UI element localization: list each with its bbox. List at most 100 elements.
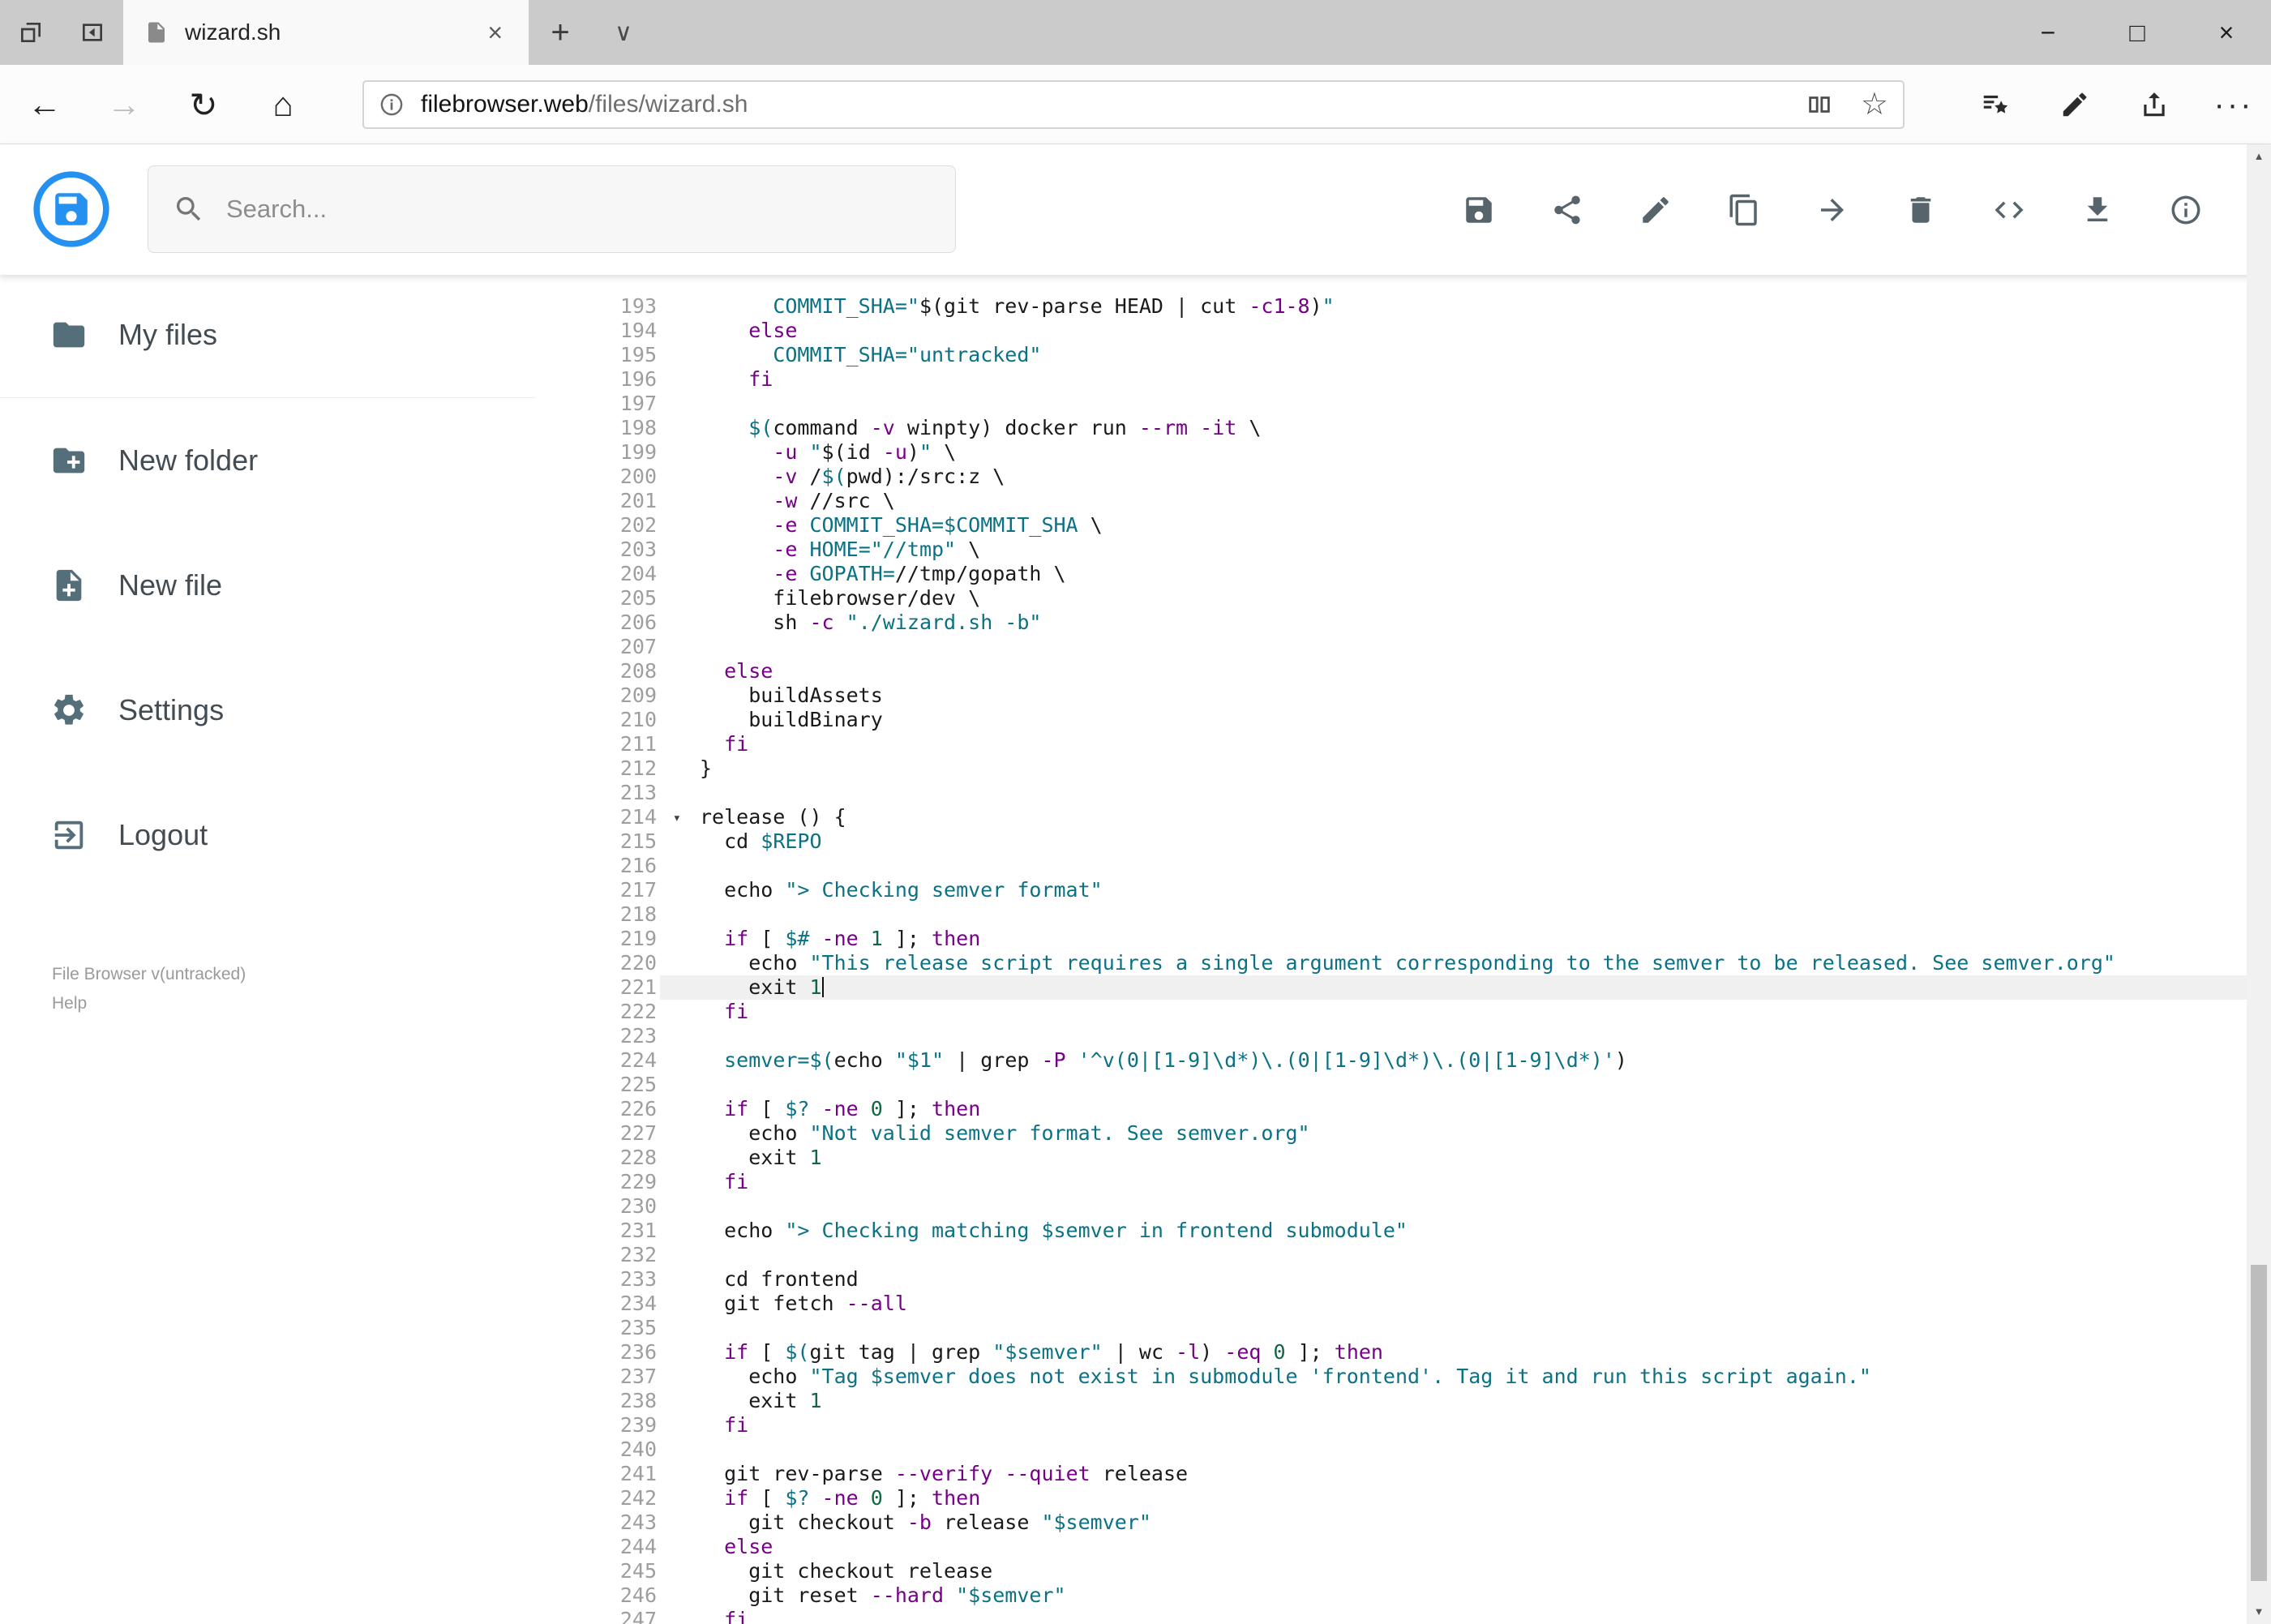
code-text[interactable]: fi [660,1000,2247,1024]
code-line-220[interactable]: 220 echo "This release script requires a… [559,951,2247,975]
code-line-237[interactable]: 237 echo "Tag $semver does not exist in … [559,1365,2247,1389]
save-button[interactable] [1462,193,1496,227]
sidebar-item-new-file[interactable]: New file [0,537,559,634]
new-tab-button[interactable]: + [529,0,592,65]
filebrowser-logo[interactable] [32,170,110,248]
code-line-211[interactable]: 211 fi [559,732,2247,756]
code-text[interactable]: COMMIT_SHA="$(git rev-parse HEAD | cut -… [660,294,2247,319]
copy-button[interactable] [1727,193,1761,227]
code-line-200[interactable]: 200 -v /$(pwd):/src:z \ [559,465,2247,489]
code-line-215[interactable]: 215 cd $REPO [559,829,2247,854]
code-line-232[interactable]: 232 [559,1243,2247,1267]
code-line-197[interactable]: 197 [559,392,2247,416]
sidebar-item-logout[interactable]: Logout [0,786,559,884]
code-line-195[interactable]: 195 COMMIT_SHA="untracked" [559,343,2247,367]
code-text[interactable]: git reset --hard "$semver" [660,1583,2247,1608]
code-text[interactable]: else [660,659,2247,683]
fold-marker-icon[interactable]: ▾ [673,806,681,830]
page-scrollbar[interactable]: ▲ ▼ [2247,144,2271,1624]
forward-button[interactable]: → [84,85,164,124]
code-line-234[interactable]: 234 git fetch --all [559,1292,2247,1316]
code-text[interactable]: exit 1 [660,975,2247,1000]
code-text[interactable]: echo "> Checking semver format" [660,878,2247,902]
code-line-204[interactable]: 204 -e GOPATH=//tmp/gopath \ [559,562,2247,586]
code-text[interactable]: COMMIT_SHA="untracked" [660,343,2247,367]
code-text[interactable]: -e HOME="//tmp" \ [660,538,2247,562]
code-line-240[interactable]: 240 [559,1438,2247,1462]
code-line-230[interactable]: 230 [559,1194,2247,1219]
code-text[interactable]: -e COMMIT_SHA=$COMMIT_SHA \ [660,513,2247,538]
code-line-243[interactable]: 243 git checkout -b release "$semver" [559,1510,2247,1535]
code-line-210[interactable]: 210 buildBinary [559,708,2247,732]
code-text[interactable]: fi [660,367,2247,392]
code-text[interactable] [660,1024,2247,1048]
code-line-194[interactable]: 194 else [559,319,2247,343]
code-text[interactable] [660,1073,2247,1097]
reading-view-icon[interactable] [1806,91,1833,118]
home-button[interactable]: ⌂ [243,85,323,124]
code-text[interactable]: buildBinary [660,708,2247,732]
code-text[interactable]: echo "This release script requires a sin… [660,951,2247,975]
code-text[interactable]: if [ $? -ne 0 ]; then [660,1486,2247,1510]
code-line-216[interactable]: 216 [559,854,2247,878]
code-line-241[interactable]: 241 git rev-parse --verify --quiet relea… [559,1462,2247,1486]
code-line-235[interactable]: 235 [559,1316,2247,1340]
scroll-down-arrow-icon[interactable]: ▼ [2247,1600,2271,1624]
code-line-208[interactable]: 208 else [559,659,2247,683]
code-line-206[interactable]: 206 sh -c "./wizard.sh -b" [559,611,2247,635]
share-page-icon[interactable] [2135,89,2174,120]
scroll-up-arrow-icon[interactable]: ▲ [2247,144,2271,169]
scrollbar-thumb[interactable] [2251,1265,2267,1581]
code-line-244[interactable]: 244 else [559,1535,2247,1559]
code-text[interactable]: -w //src \ [660,489,2247,513]
code-text[interactable] [660,1438,2247,1462]
code-line-209[interactable]: 209 buildAssets [559,683,2247,708]
code-line-203[interactable]: 203 -e HOME="//tmp" \ [559,538,2247,562]
code-text[interactable]: fi [660,1170,2247,1194]
code-line-213[interactable]: 213 [559,781,2247,805]
code-text[interactable]: buildAssets [660,683,2247,708]
code-line-196[interactable]: 196 fi [559,367,2247,392]
code-line-201[interactable]: 201 -w //src \ [559,489,2247,513]
code-line-207[interactable]: 207 [559,635,2247,659]
code-text[interactable]: fi [660,1413,2247,1438]
close-window-button[interactable]: × [2182,0,2271,65]
info-button[interactable] [2169,193,2203,227]
tab-list-chevron-icon[interactable]: ∨ [592,0,655,65]
maximize-button[interactable]: □ [2093,0,2182,65]
delete-button[interactable] [1904,193,1938,227]
code-text[interactable]: echo "> Checking matching $semver in fro… [660,1219,2247,1243]
code-line-228[interactable]: 228 exit 1 [559,1146,2247,1170]
minimize-button[interactable]: − [2003,0,2093,65]
tab-close-icon[interactable]: × [482,18,508,48]
code-line-247[interactable]: 247 fi [559,1608,2247,1624]
code-text[interactable]: git fetch --all [660,1292,2247,1316]
code-line-239[interactable]: 239 fi [559,1413,2247,1438]
code-line-223[interactable]: 223 [559,1024,2247,1048]
code-text[interactable] [660,1243,2247,1267]
code-line-218[interactable]: 218 [559,902,2247,927]
search-box[interactable] [148,165,956,253]
code-text[interactable] [660,392,2247,416]
code-line-226[interactable]: 226 if [ $? -ne 0 ]; then [559,1097,2247,1121]
code-text[interactable]: -e GOPATH=//tmp/gopath \ [660,562,2247,586]
code-text[interactable]: if [ $(git tag | grep "$semver" | wc -l)… [660,1340,2247,1365]
code-line-246[interactable]: 246 git reset --hard "$semver" [559,1583,2247,1608]
code-line-245[interactable]: 245 git checkout release [559,1559,2247,1583]
favorite-star-icon[interactable]: ☆ [1861,89,1888,120]
code-line-231[interactable]: 231 echo "> Checking matching $semver in… [559,1219,2247,1243]
code-line-212[interactable]: 212} [559,756,2247,781]
code-text[interactable]: if [ $# -ne 1 ]; then [660,927,2247,951]
code-editor[interactable]: 193 COMMIT_SHA="$(git rev-parse HEAD | c… [559,275,2247,1624]
code-line-221[interactable]: 221 exit 1 [559,975,2247,1000]
code-line-227[interactable]: 227 echo "Not valid semver format. See s… [559,1121,2247,1146]
code-text[interactable]: release () { [660,805,2247,829]
code-text[interactable]: fi [660,1608,2247,1624]
address-bar[interactable]: filebrowser.web/files/wizard.sh ☆ [362,80,1905,129]
site-info-icon[interactable] [379,92,405,118]
code-line-219[interactable]: 219 if [ $# -ne 1 ]; then [559,927,2247,951]
share-button[interactable] [1550,193,1584,227]
code-text[interactable]: echo "Tag $semver does not exist in subm… [660,1365,2247,1389]
code-text[interactable]: echo "Not valid semver format. See semve… [660,1121,2247,1146]
code-line-225[interactable]: 225 [559,1073,2247,1097]
